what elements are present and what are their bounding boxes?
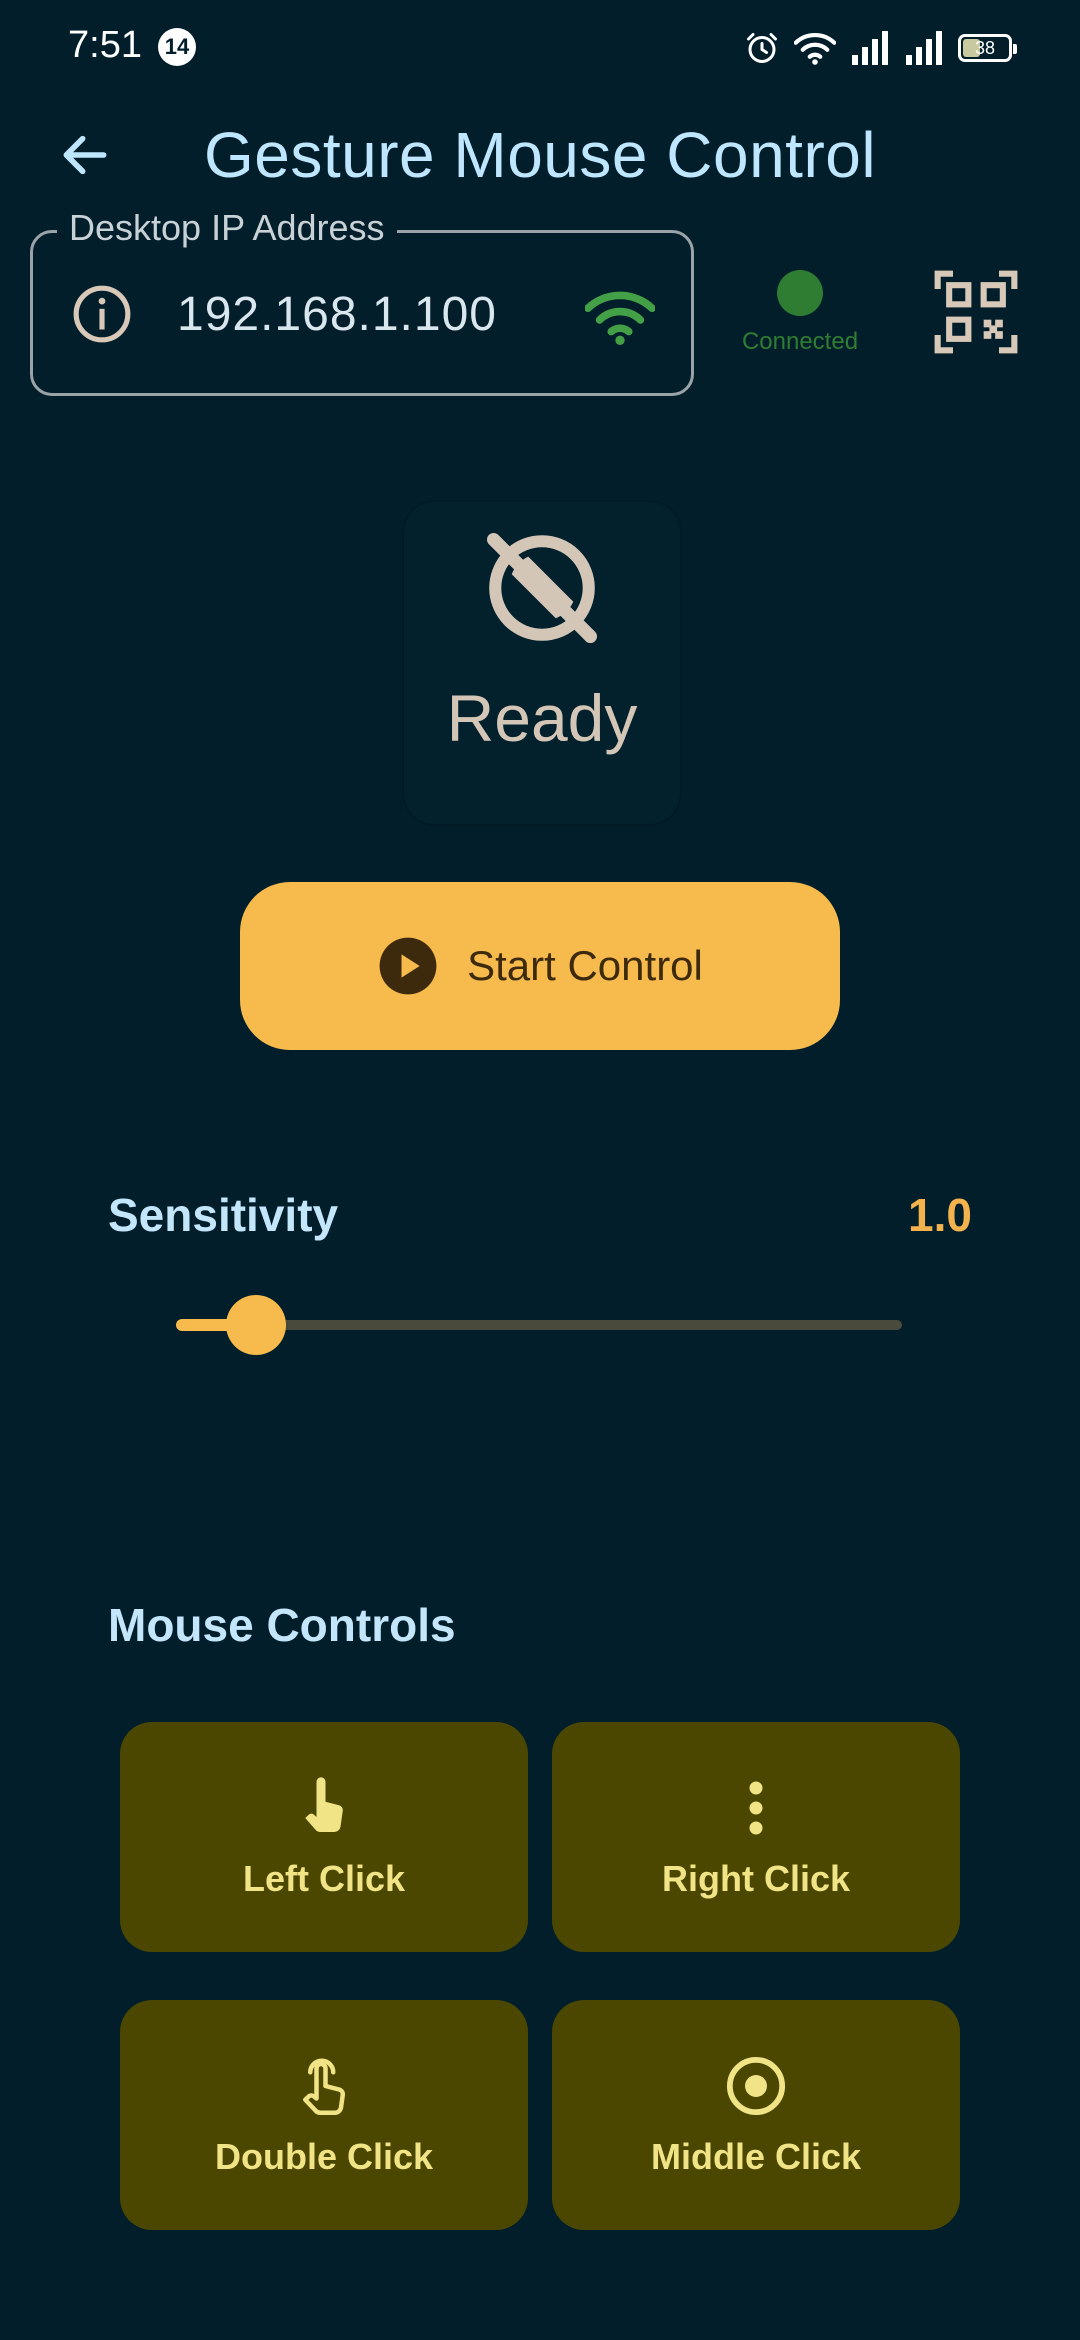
- app-bar: Gesture Mouse Control: [0, 100, 1080, 210]
- touch-app-icon: [305, 1777, 343, 1833]
- connection-dot: [777, 270, 823, 316]
- double-click-button[interactable]: Double Click: [120, 2000, 528, 2230]
- mouse-controls-title: Mouse Controls: [108, 1599, 456, 1651]
- ip-address-input[interactable]: 192.168.1.100: [177, 287, 497, 342]
- info-icon: [73, 285, 131, 343]
- notification-badge: 14: [158, 28, 196, 66]
- connection-label: Connected: [741, 328, 859, 355]
- status-icons: 38: [744, 26, 1017, 70]
- qr-scan-button[interactable]: [930, 266, 1022, 358]
- qr-code-scanner-icon: [934, 270, 1018, 354]
- middle-click-label: Middle Click: [650, 2136, 862, 2177]
- more-vert-icon: [749, 1781, 763, 1835]
- battery-icon: 38: [958, 34, 1017, 62]
- wifi-icon: [585, 291, 655, 345]
- sensitivity-value: 1.0: [908, 1189, 972, 1241]
- start-control-button[interactable]: Start Control: [240, 882, 840, 1050]
- start-control-label: Start Control: [467, 942, 703, 989]
- motion-off-icon: [487, 533, 597, 643]
- alarm-icon: [747, 33, 777, 63]
- connection-status: Connected: [730, 266, 870, 366]
- status-bar: 7:51 14 38: [0, 0, 1080, 100]
- double-click-label: Double Click: [214, 2136, 434, 2177]
- wifi-status-icon: [794, 32, 836, 65]
- ip-field-label: Desktop IP Address: [57, 207, 397, 249]
- status-label: Ready: [446, 681, 638, 755]
- cell-signal-icon: [852, 31, 888, 65]
- left-click-label: Left Click: [242, 1858, 406, 1899]
- page-title: Gesture Mouse Control: [203, 119, 877, 191]
- sensitivity-slider[interactable]: [176, 1290, 902, 1360]
- cell-signal-icon: [906, 31, 942, 65]
- right-click-label: Right Click: [661, 1858, 850, 1899]
- status-card: Ready: [404, 502, 680, 824]
- slider-thumb[interactable]: [225, 1295, 286, 1355]
- right-click-button[interactable]: Right Click: [552, 1722, 960, 1952]
- radio-button-checked-icon: [726, 2056, 786, 2116]
- left-click-button[interactable]: Left Click: [120, 1722, 528, 1952]
- status-time: 7:51: [68, 24, 142, 66]
- battery-level: 38: [974, 37, 996, 58]
- middle-click-button[interactable]: Middle Click: [552, 2000, 960, 2230]
- double-tap-icon: [303, 2058, 345, 2115]
- ip-address-field[interactable]: Desktop IP Address 192.168.1.100: [30, 207, 694, 396]
- sensitivity-label: Sensitivity: [108, 1189, 339, 1241]
- play-circle-icon: [379, 937, 437, 995]
